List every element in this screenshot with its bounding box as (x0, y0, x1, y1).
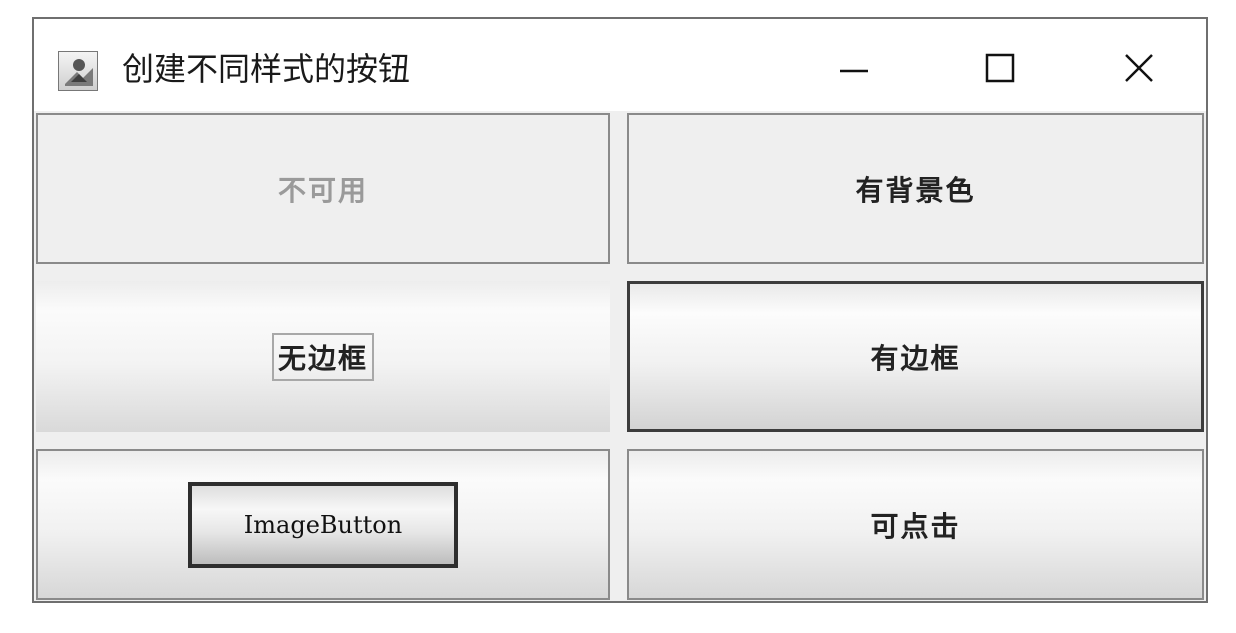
java-app-icon (58, 51, 98, 91)
no-border-button[interactable]: 无边框 (36, 281, 610, 432)
window-title: 创建不同样式的按钮 (122, 50, 411, 88)
image-button-label: ImageButton (243, 510, 403, 539)
minimize-button[interactable] (824, 43, 884, 95)
image-button[interactable]: ImageButton (188, 481, 458, 568)
background-color-button-label: 有背景色 (855, 173, 976, 207)
minimize-icon (840, 69, 868, 73)
clickable-button[interactable]: 可点击 (627, 449, 1204, 600)
app-window: 创建不同样式的按钮 不可用 有背景色 无边框 有边框 ImageButton 可… (32, 17, 1208, 603)
maximize-button[interactable] (970, 43, 1030, 95)
button-grid: 不可用 有背景色 无边框 有边框 ImageButton 可点击 (34, 111, 1206, 601)
clickable-button-label: 可点击 (870, 509, 961, 543)
maximize-icon (985, 53, 1015, 83)
title-bar[interactable]: 创建不同样式的按钮 (34, 19, 1206, 111)
no-border-button-label: 无边框 (271, 332, 374, 381)
close-icon (1125, 54, 1153, 82)
close-button[interactable] (1109, 43, 1169, 95)
disabled-button-label: 不可用 (277, 173, 368, 207)
background-color-button[interactable]: 有背景色 (627, 113, 1204, 264)
bordered-button-label: 有边框 (870, 341, 961, 375)
bordered-button[interactable]: 有边框 (627, 281, 1204, 432)
image-button-cell[interactable]: ImageButton (36, 449, 610, 600)
disabled-button: 不可用 (36, 113, 610, 264)
